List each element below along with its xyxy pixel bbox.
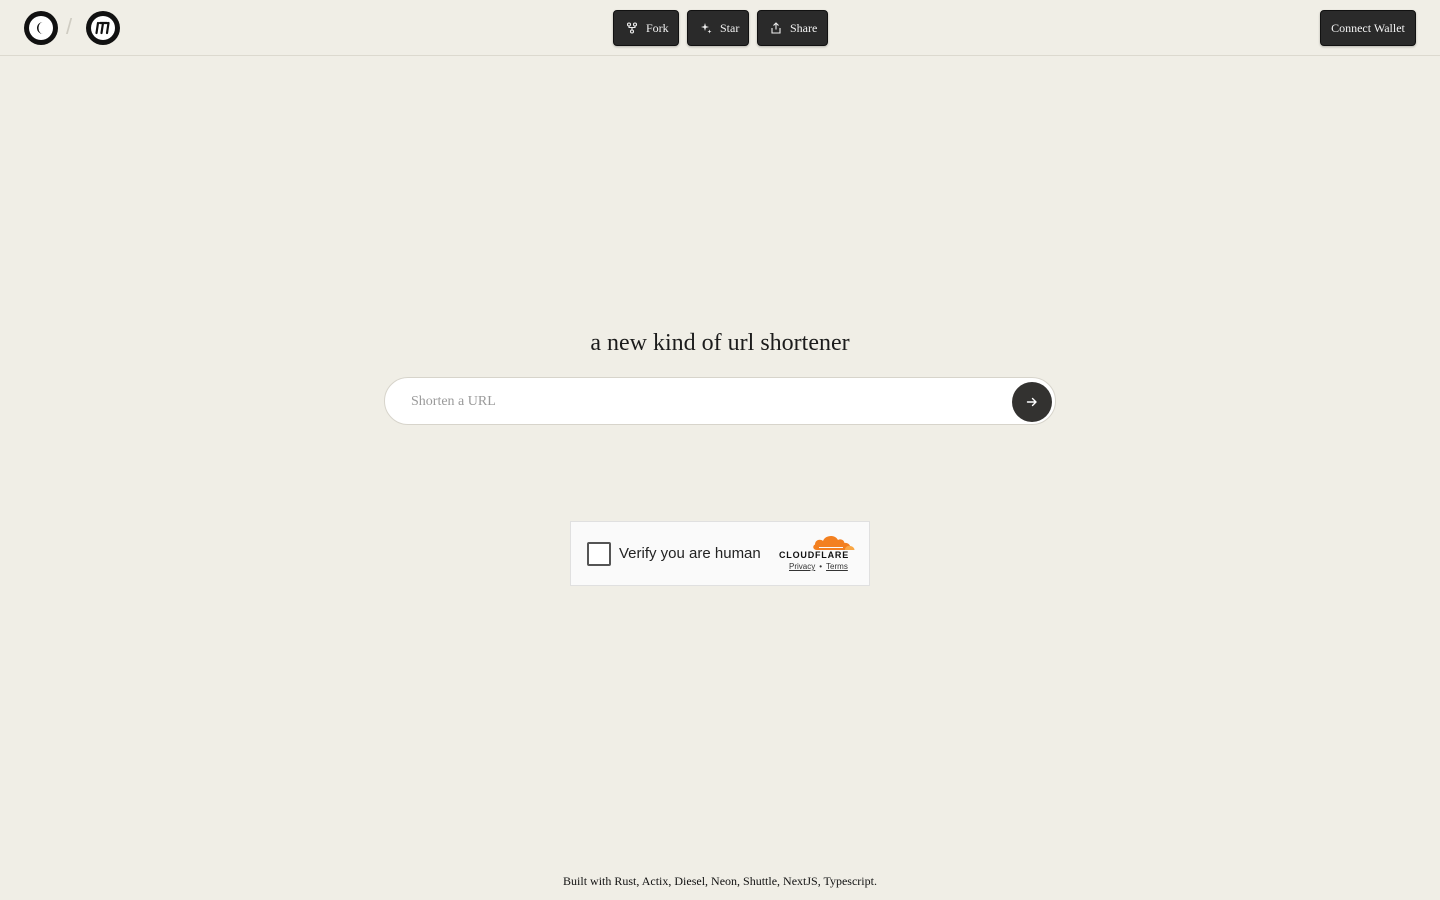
shorten-url-form (384, 377, 1056, 426)
submit-url-button[interactable] (1012, 382, 1052, 422)
fork-icon (626, 22, 638, 34)
star-button[interactable]: Star (687, 10, 749, 46)
fork-button[interactable]: Fork (613, 10, 679, 46)
footer-credits: Built with Rust, Actix, Diesel, Neon, Sh… (563, 874, 877, 888)
share-label: Share (790, 20, 818, 35)
page: / Fork Star Share Connect Wallet a new k… (0, 0, 1440, 900)
top-bar: / Fork Star Share Connect Wallet (0, 0, 1440, 56)
verify-human-label: Verify you are human (619, 545, 761, 562)
verify-human-checkbox[interactable] (587, 542, 611, 566)
link-separator: • (819, 562, 823, 571)
cloudflare-wordmark: CLOUDFLARE (779, 550, 849, 560)
connect-wallet-button[interactable]: Connect Wallet (1320, 10, 1416, 46)
sparkle-icon (700, 22, 712, 34)
cloudflare-turnstile-widget: Verify you are human CLOUDFLARE Privacy •… (570, 521, 870, 586)
stroke-logo-icon[interactable] (86, 11, 120, 45)
page-title: a new kind of url shortener (590, 330, 850, 356)
privacy-link[interactable]: Privacy (789, 562, 815, 571)
share-icon (770, 22, 782, 34)
repo-actions: Fork Star Share (613, 10, 828, 46)
terms-link[interactable]: Terms (826, 562, 848, 571)
share-button[interactable]: Share (757, 10, 828, 46)
shorten-url-input[interactable] (409, 378, 1003, 426)
cloudflare-cloud-icon (813, 535, 855, 550)
captcha-links: Privacy • Terms (789, 562, 848, 571)
connect-wallet-label: Connect Wallet (1331, 20, 1405, 35)
logo-divider: / (66, 14, 73, 39)
arrow-right-icon (1026, 397, 1037, 407)
star-label: Star (720, 20, 740, 35)
crescent-logo-icon[interactable] (24, 11, 58, 45)
fork-label: Fork (646, 20, 669, 35)
